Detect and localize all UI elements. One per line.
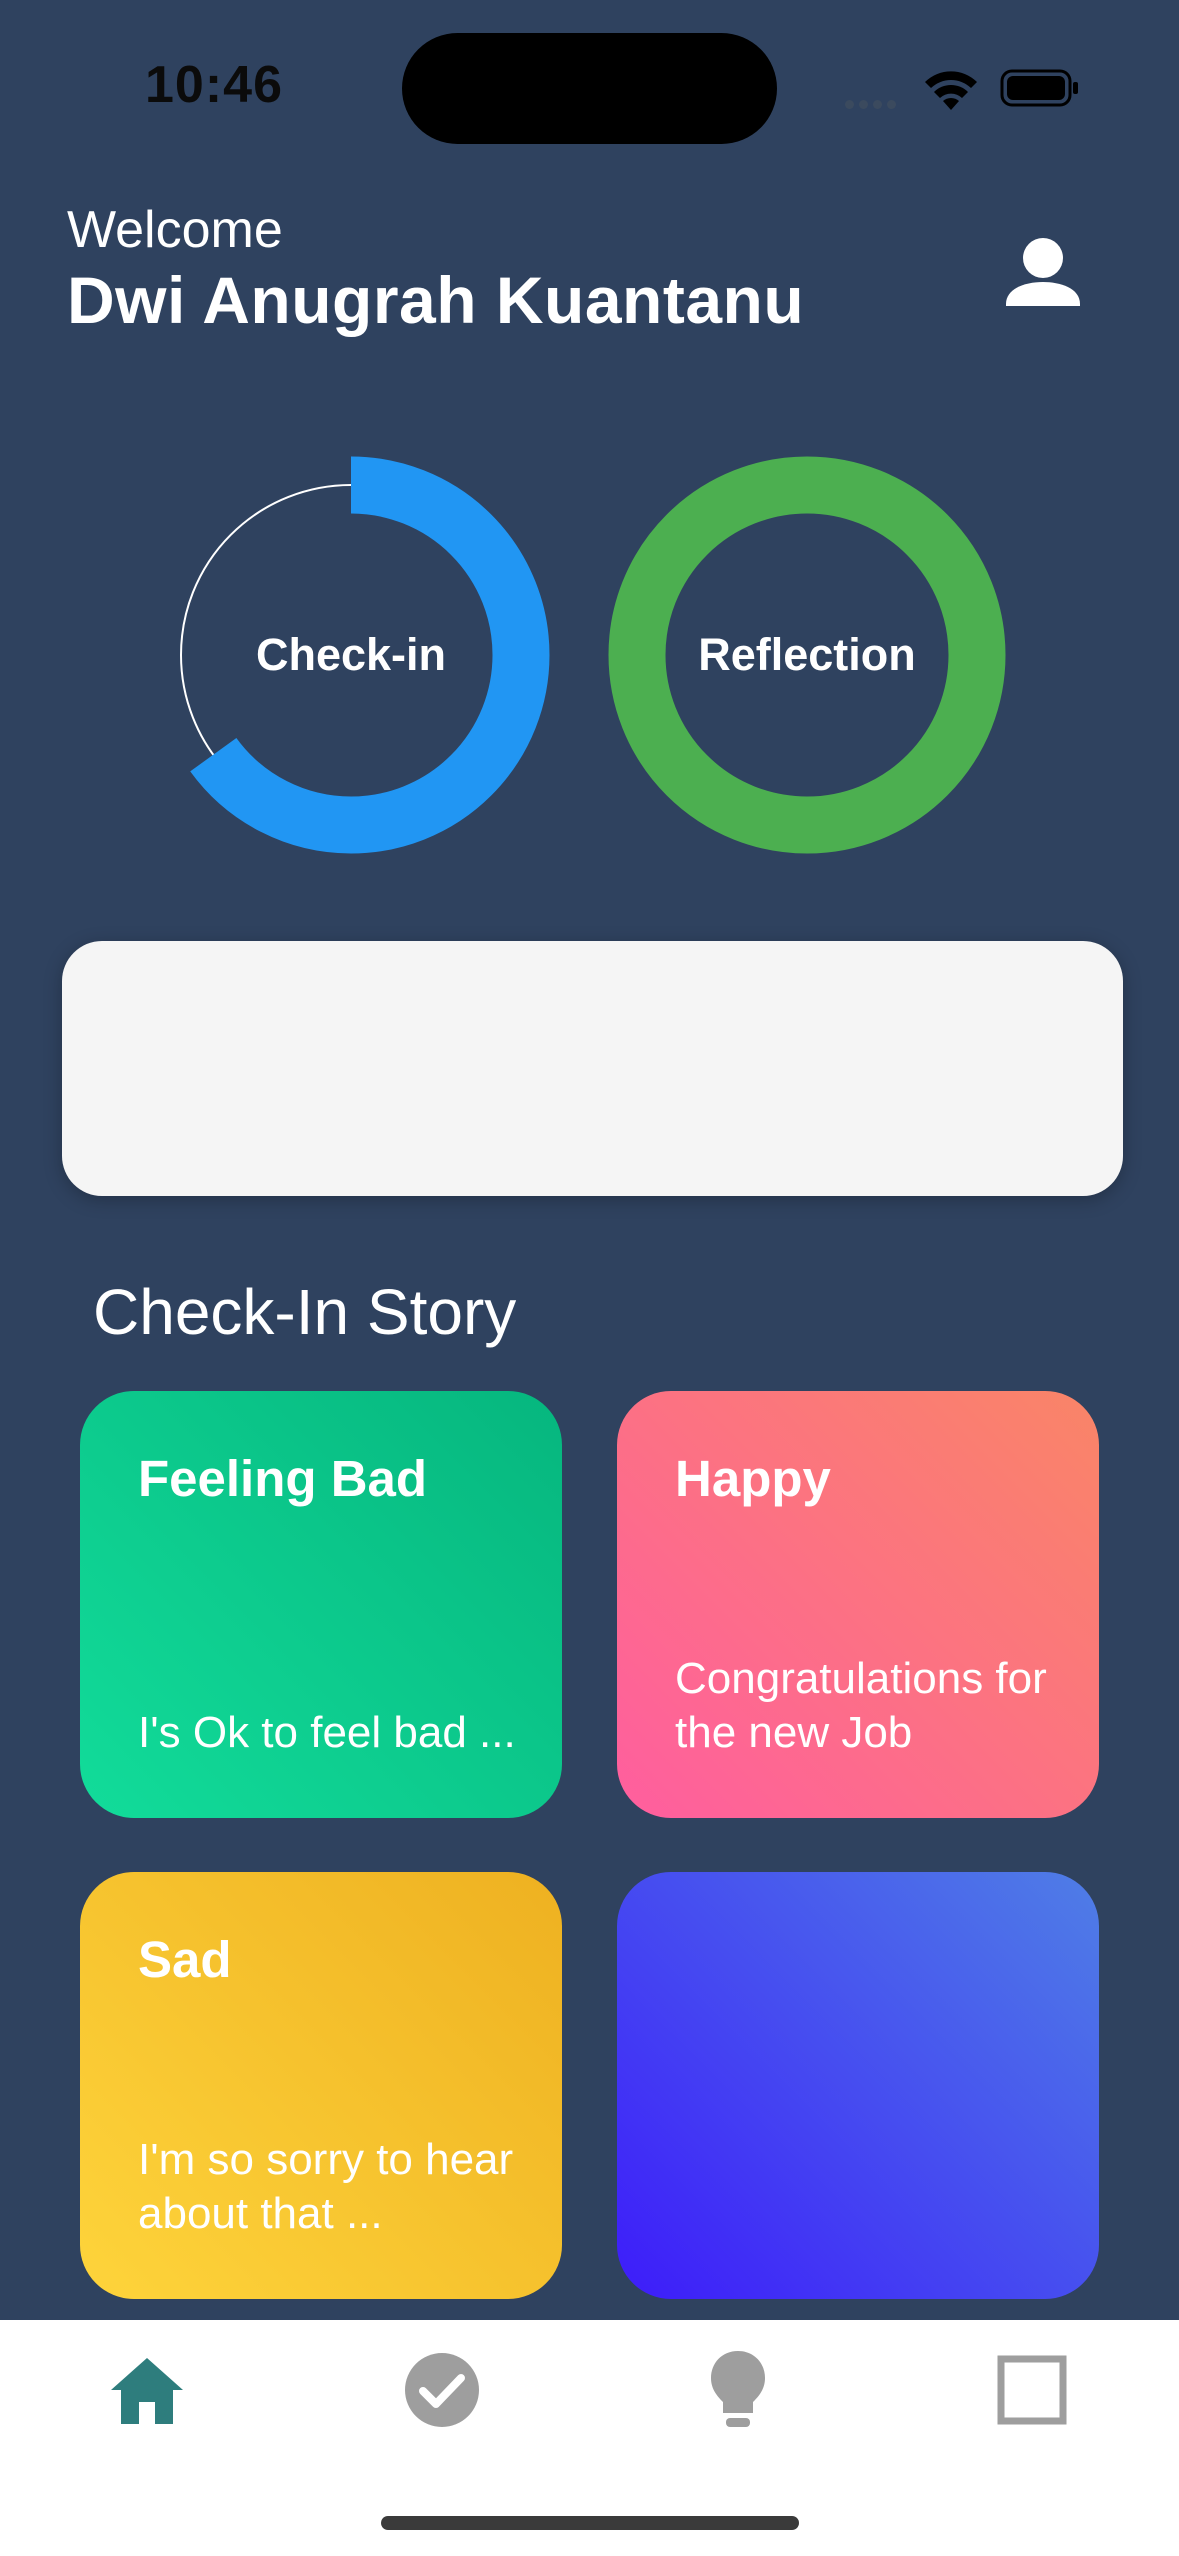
story-card-subtitle: I'm so sorry to hear about that ... [138, 2135, 514, 2238]
tab-home[interactable] [97, 2340, 197, 2440]
story-card-title: Feeling Bad [138, 1450, 428, 1507]
status-time: 10:46 [145, 56, 283, 114]
person-icon [1006, 238, 1080, 306]
profile-button[interactable] [998, 232, 1088, 322]
story-card-blank[interactable] [617, 1872, 1099, 2299]
story-card-subtitle: Congratulations for the new Job [675, 1654, 1047, 1757]
info-banner[interactable] [62, 941, 1123, 1196]
story-card-sad[interactable]: Sad I'm so sorry to hear about that ... [80, 1872, 562, 2299]
lightbulb-icon [711, 2351, 765, 2427]
reflection-progress-ring[interactable]: Reflection [602, 450, 1012, 860]
home-indicator [381, 2516, 799, 2530]
reflection-label: Reflection [698, 629, 916, 680]
cellular-signal-icon [845, 96, 905, 109]
tab-more[interactable] [982, 2340, 1082, 2440]
story-card-happy[interactable]: Happy Congratulations for the new Job [617, 1391, 1099, 1818]
dynamic-island [402, 33, 777, 144]
square-icon [997, 2355, 1067, 2425]
wifi-icon [925, 71, 977, 110]
story-card-title: Happy [675, 1450, 831, 1507]
checkin-progress-ring[interactable]: Check-in [146, 450, 556, 860]
tab-reflection[interactable] [688, 2340, 788, 2440]
section-title: Check-In Story [93, 1276, 517, 1348]
user-name: Dwi Anugrah Kuantanu [67, 263, 805, 337]
status-bar: 10:46 [0, 0, 1179, 170]
battery-icon [1000, 69, 1078, 107]
story-card-title: Sad [138, 1931, 232, 1988]
check-circle-icon [405, 2353, 479, 2427]
story-card-feeling-bad[interactable]: Feeling Bad I's Ok to feel bad ... [80, 1391, 562, 1818]
tab-checkin[interactable] [392, 2340, 492, 2440]
checkin-label: Check-in [255, 629, 447, 680]
story-card-subtitle: I's Ok to feel bad ... [138, 1708, 516, 1757]
home-icon [111, 2358, 183, 2424]
welcome-label: Welcome [67, 201, 283, 259]
